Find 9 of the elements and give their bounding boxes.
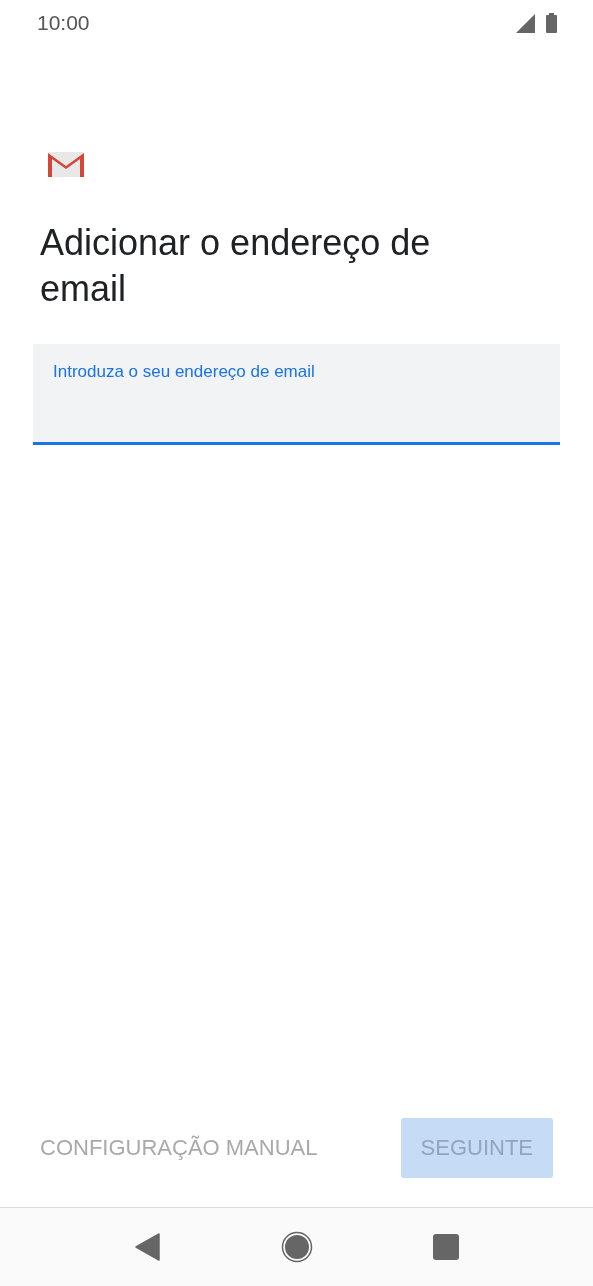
mail-logo-icon	[47, 150, 85, 178]
status-time: 10:00	[37, 11, 90, 35]
recents-icon[interactable]	[432, 1234, 459, 1260]
back-icon[interactable]	[134, 1233, 161, 1261]
page-title: Adicionar o endereço de email	[40, 221, 432, 311]
signal-icon	[516, 14, 535, 33]
home-icon[interactable]	[280, 1231, 313, 1263]
email-input-field[interactable]: Introduza o seu endereço de email	[33, 344, 560, 445]
battery-icon	[546, 13, 557, 33]
